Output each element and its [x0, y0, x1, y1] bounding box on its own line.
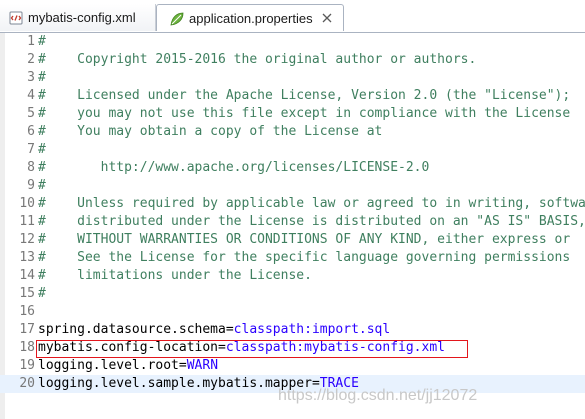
- property-value: WARN: [186, 358, 219, 373]
- tab-label: application.properties: [189, 11, 313, 26]
- property-key: logging.level.sample.mybatis.mapper: [38, 376, 312, 391]
- line-code: #: [38, 141, 46, 159]
- code-line[interactable]: 4 # Licensed under the Apache License, Ve…: [0, 87, 585, 105]
- line-number: 5: [27, 106, 35, 121]
- line-code: #: [38, 285, 46, 303]
- line-code: #: [38, 69, 46, 87]
- comment-text: # WITHOUT WARRANTIES OR CONDITIONS OF AN…: [38, 232, 571, 247]
- comment-text: # Unless required by applicable law or a…: [38, 196, 585, 211]
- property-value: classpath:import.sql: [233, 322, 391, 337]
- comment-text: #: [38, 286, 46, 301]
- line-code: # you may not use this file except in co…: [38, 105, 570, 123]
- code-line[interactable]: 7 #: [0, 141, 585, 159]
- line-code: # See the License for the specific langu…: [38, 249, 570, 267]
- line-number: 17: [19, 322, 35, 337]
- code-line[interactable]: 17 spring.datasource.schema=classpath:imp…: [0, 321, 585, 339]
- close-icon[interactable]: [321, 12, 333, 24]
- line-code: # Copyright 2015-2016 the original autho…: [38, 51, 476, 69]
- line-number: 16: [19, 304, 35, 319]
- highlight-box: [36, 340, 468, 358]
- editor-window: mybatis-config.xml application.propertie…: [0, 0, 585, 419]
- code-line[interactable]: 14 # limitations under the License.: [0, 267, 585, 285]
- comment-text: # See the License for the specific langu…: [38, 250, 571, 265]
- line-code: # http://www.apache.org/licenses/LICENSE…: [38, 159, 429, 177]
- equals-sign: =: [178, 358, 187, 373]
- code-line[interactable]: 1 #: [0, 33, 585, 51]
- line-number: 1: [27, 34, 35, 49]
- code-line[interactable]: 9 #: [0, 177, 585, 195]
- line-number: 11: [19, 214, 35, 229]
- line-code: logging.level.root=WARN: [38, 357, 218, 375]
- line-number: 20: [19, 376, 35, 391]
- line-number: 19: [19, 358, 35, 373]
- comment-text: # limitations under the License.: [38, 268, 312, 283]
- code-line[interactable]: 10 # Unless required by applicable law or…: [0, 195, 585, 213]
- property-key: logging.level.root: [38, 358, 179, 373]
- code-line[interactable]: 6 # You may obtain a copy of the License …: [0, 123, 585, 141]
- comment-text: # Copyright 2015-2016 the original autho…: [38, 52, 477, 67]
- line-code: # limitations under the License.: [38, 267, 312, 285]
- line-number: 10: [19, 196, 35, 211]
- equals-sign: =: [225, 322, 234, 337]
- comment-text: #: [38, 34, 46, 49]
- line-number: 7: [27, 142, 35, 157]
- tab-application-properties[interactable]: application.properties: [156, 4, 344, 31]
- code-line[interactable]: 3 #: [0, 69, 585, 87]
- comment-text: # Licensed under the Apache License, Ver…: [38, 88, 571, 103]
- property-key: spring.datasource.schema: [38, 322, 226, 337]
- code-line[interactable]: 19 logging.level.root=WARN: [0, 357, 585, 375]
- line-code: spring.datasource.schema=classpath:impor…: [38, 321, 390, 339]
- line-code: # You may obtain a copy of the License a…: [38, 123, 382, 141]
- comment-text: # http://www.apache.org/licenses/LICENSE…: [38, 160, 430, 175]
- editor-tab-bar: mybatis-config.xml application.propertie…: [0, 0, 585, 33]
- code-line[interactable]: 16: [0, 303, 585, 321]
- code-line[interactable]: 15 #: [0, 285, 585, 303]
- line-code: #: [38, 33, 46, 51]
- comment-text: #: [38, 142, 46, 157]
- xml-file-icon: [9, 11, 23, 25]
- comment-text: #: [38, 178, 46, 193]
- tab-label: mybatis-config.xml: [28, 10, 136, 25]
- tab-mybatis-config-xml[interactable]: mybatis-config.xml: [0, 4, 156, 31]
- code-line[interactable]: 2 # Copyright 2015-2016 the original auth…: [0, 51, 585, 69]
- line-number: 3: [27, 70, 35, 85]
- properties-file-icon: [170, 12, 184, 26]
- line-number: 4: [27, 88, 35, 103]
- code-line[interactable]: 13 # See the License for the specific lan…: [0, 249, 585, 267]
- line-number: 2: [27, 52, 35, 67]
- line-number: 14: [19, 268, 35, 283]
- watermark: https://blog.csdn.net/jj12072: [278, 387, 478, 404]
- comment-text: # You may obtain a copy of the License a…: [38, 124, 383, 139]
- text-editor[interactable]: 1 #2 # Copyright 2015-2016 the original au…: [0, 33, 585, 419]
- comment-text: #: [38, 70, 46, 85]
- comment-text: # you may not use this file except in co…: [38, 106, 571, 121]
- line-code: # distributed under the License is distr…: [38, 213, 585, 231]
- line-number: 13: [19, 250, 35, 265]
- line-number: 8: [27, 160, 35, 175]
- line-code: # Licensed under the Apache License, Ver…: [38, 87, 570, 105]
- code-line[interactable]: 11 # distributed under the License is dis…: [0, 213, 585, 231]
- code-line[interactable]: 12 # WITHOUT WARRANTIES OR CONDITIONS OF …: [0, 231, 585, 249]
- line-number: 18: [19, 340, 35, 355]
- line-number: 12: [19, 232, 35, 247]
- line-number: 6: [27, 124, 35, 139]
- comment-text: # distributed under the License is distr…: [38, 214, 585, 229]
- code-line[interactable]: 5 # you may not use this file except in c…: [0, 105, 585, 123]
- code-line[interactable]: 8 # http://www.apache.org/licenses/LICENS…: [0, 159, 585, 177]
- line-number: 15: [19, 286, 35, 301]
- line-number: 9: [27, 178, 35, 193]
- line-code: # Unless required by applicable law or a…: [38, 195, 585, 213]
- line-code: # WITHOUT WARRANTIES OR CONDITIONS OF AN…: [38, 231, 570, 249]
- line-code: #: [38, 177, 46, 195]
